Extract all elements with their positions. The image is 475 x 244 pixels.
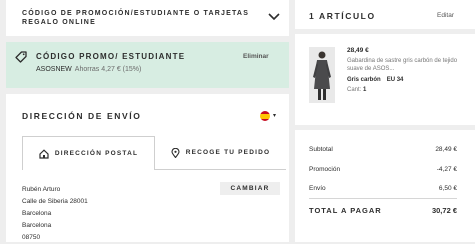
order-summary: 1 ARTÍCULO Editar 28,49 € Gabardina de s… [295,0,475,242]
row-value: 6,50 € [438,185,457,192]
tab-postal-label: DIRECCIÓN POSTAL [54,150,139,157]
subtotal-row: Subtotal 28,49 € [309,146,457,153]
quantity-value: 1 [363,87,367,93]
tab-collect-order[interactable]: RECOGE TU PEDIDO [155,136,286,170]
applied-promo-box [6,42,289,88]
promo-code-line: ASOSNEW Ahorras 4,27 € (15%) [36,66,141,73]
total-row: TOTAL A PAGAR 30,72 € [309,206,457,215]
promo-code-value: ASOSNEW [36,66,72,73]
shipping-address-panel: DIRECCIÓN DE ENVÍO ▾ DIRECCIÓN POSTAL RE… [6,94,289,242]
tab-postal-address[interactable]: DIRECCIÓN POSTAL [22,136,155,170]
tab-collect-label: RECOGE TU PEDIDO [185,149,271,156]
address-line: 08750 [22,234,41,241]
edit-bag-link[interactable]: Editar [437,12,454,19]
product-image[interactable] [309,47,335,103]
spain-flag-icon[interactable] [260,111,270,121]
total-label: TOTAL A PAGAR [309,206,382,215]
shipping-row: Envío 6,50 € [309,185,457,192]
location-pin-icon [171,147,180,158]
row-label: Promoción [309,166,341,173]
country-caret-icon[interactable]: ▾ [273,112,276,119]
address-block: Rubén Arturo Calle de Siberia 28001 Barc… [22,184,88,244]
summary-title: 1 ARTÍCULO [309,11,376,21]
product-color: Gris carbón [347,77,381,83]
row-value: -4,27 € [436,166,457,173]
product-price: 28,49 € [347,47,369,54]
promo-code-header[interactable]: CÓDIGO DE PROMOCIÓN/ESTUDIANTE O TARJETA… [6,0,289,36]
product-quantity: Cant: 1 [347,87,366,93]
total-value: 30,72 € [431,206,457,215]
divider [295,125,475,130]
applied-promo-title: CÓDIGO PROMO/ ESTUDIANTE [36,52,186,61]
address-line: Calle de Siberia 28001 [22,198,88,205]
tag-icon [15,51,27,63]
address-line: Barcelona [22,210,52,217]
divider [295,29,475,34]
address-line: Rubén Arturo [22,186,61,193]
divider [309,198,457,199]
product-size: EU 34 [386,77,404,83]
change-address-button[interactable]: CAMBIAR [220,182,280,195]
delivery-tabs: DIRECCIÓN POSTAL RECOGE TU PEDIDO [22,136,286,170]
home-icon [39,148,49,159]
row-label: Subtotal [309,146,333,153]
chevron-down-icon[interactable] [268,13,280,21]
promo-savings-text: Ahorras 4,27 € (15%) [74,66,142,73]
shipping-title: DIRECCIÓN DE ENVÍO [22,111,142,121]
promo-header-title: CÓDIGO DE PROMOCIÓN/ESTUDIANTE O TARJETA… [22,10,250,26]
row-value: 28,49 € [435,146,457,153]
row-label: Envío [309,185,326,192]
product-variant: Gris carbón EU 34 [347,77,403,83]
quantity-label: Cant: [347,87,362,93]
promotion-row: Promoción -4,27 € [309,166,457,173]
address-line: Barcelona [22,222,52,229]
remove-promo-link[interactable]: Eliminar [243,53,269,60]
product-name[interactable]: Gabardina de sastre gris carbón de tejid… [347,57,469,73]
